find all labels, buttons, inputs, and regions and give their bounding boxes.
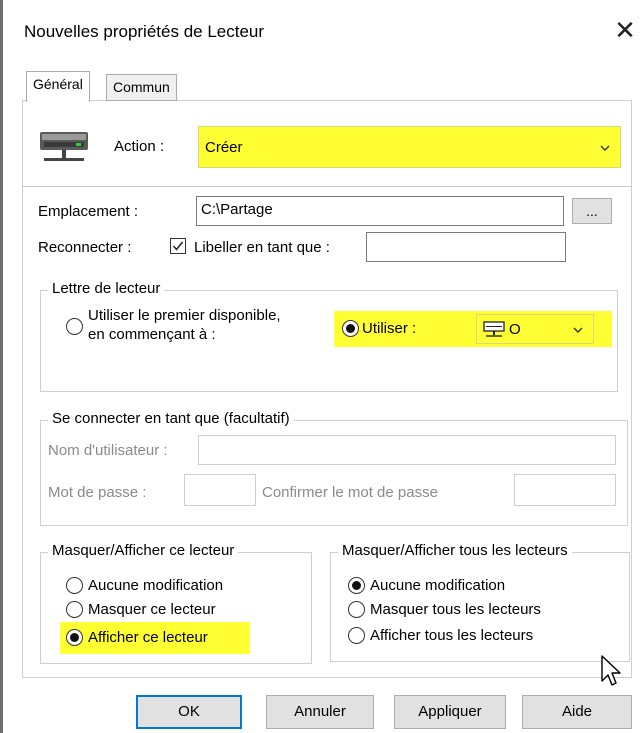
password-label: Mot de passe :	[48, 484, 147, 501]
confirm-password-field[interactable]	[514, 474, 616, 506]
first-available-line1: Utiliser le premier disponible,	[88, 307, 281, 324]
label-as-field[interactable]	[366, 232, 566, 262]
action-value: Créer	[205, 139, 243, 156]
radio-all-show[interactable]	[348, 627, 365, 644]
first-available-line2: en commençant à :	[88, 326, 216, 343]
separator	[22, 186, 632, 187]
location-label: Emplacement :	[38, 203, 139, 220]
tab-commun[interactable]: Commun	[106, 74, 177, 101]
first-available-label: Utiliser le premier disponible, en comme…	[88, 306, 281, 344]
location-value: C:\Partage	[201, 201, 273, 218]
cancel-button[interactable]: Annuler	[266, 695, 374, 729]
action-label: Action :	[114, 138, 165, 155]
radio-all-hide[interactable]	[348, 601, 365, 618]
radio-this-hide[interactable]	[66, 601, 83, 618]
ok-button[interactable]: OK	[136, 695, 242, 729]
dialog-title: Nouvelles propriétés de Lecteur	[24, 22, 265, 41]
radio-all-no-change[interactable]	[348, 577, 365, 594]
browse-button[interactable]: ...	[572, 198, 612, 224]
this-hide-label: Masquer ce lecteur	[88, 601, 216, 618]
reconnect-label: Reconnecter :	[38, 239, 132, 256]
username-field[interactable]	[198, 435, 616, 465]
this-show-label: Afficher ce lecteur	[88, 629, 208, 646]
radio-use[interactable]	[342, 320, 359, 337]
drive-letter-value: O	[509, 321, 521, 338]
radio-first-available[interactable]	[66, 318, 83, 335]
password-field[interactable]	[184, 474, 256, 506]
username-label: Nom d'utilisateur :	[48, 442, 168, 459]
network-drive-small-icon	[483, 321, 505, 337]
apply-button[interactable]: Appliquer	[394, 695, 506, 729]
network-drive-icon	[40, 132, 88, 161]
this-no-change-label: Aucune modification	[88, 577, 224, 594]
label-as-label: Libeller en tant que :	[194, 239, 330, 256]
all-no-change-label: Aucune modification	[370, 577, 506, 594]
drive-letter-title: Lettre de lecteur	[48, 280, 165, 297]
hide-show-all-title: Masquer/Afficher tous les lecteurs	[338, 542, 572, 559]
tab-general[interactable]: Général	[26, 71, 90, 102]
use-label: Utiliser :	[362, 320, 417, 337]
help-button[interactable]: Aide	[522, 695, 632, 729]
radio-this-show[interactable]	[66, 629, 83, 646]
confirm-password-label: Confirmer le mot de passe	[262, 484, 438, 501]
chevron-down-icon	[573, 327, 583, 333]
all-hide-label: Masquer tous les lecteurs	[370, 601, 541, 618]
chevron-down-icon	[600, 145, 610, 151]
all-show-label: Afficher tous les lecteurs	[370, 627, 534, 644]
location-field[interactable]: C:\Partage	[196, 196, 564, 226]
checkmark-icon	[172, 241, 184, 251]
radio-this-no-change[interactable]	[66, 577, 83, 594]
close-button[interactable]: ✕	[612, 16, 638, 46]
mouse-cursor-icon	[601, 655, 621, 686]
drive-letter-dropdown[interactable]: O	[476, 314, 594, 344]
action-dropdown[interactable]: Créer	[198, 126, 621, 168]
connect-as-title: Se connecter en tant que (facultatif)	[48, 410, 294, 427]
window-edge	[0, 0, 3, 733]
reconnect-checkbox[interactable]	[170, 238, 186, 254]
hide-show-this-title: Masquer/Afficher ce lecteur	[48, 542, 239, 559]
